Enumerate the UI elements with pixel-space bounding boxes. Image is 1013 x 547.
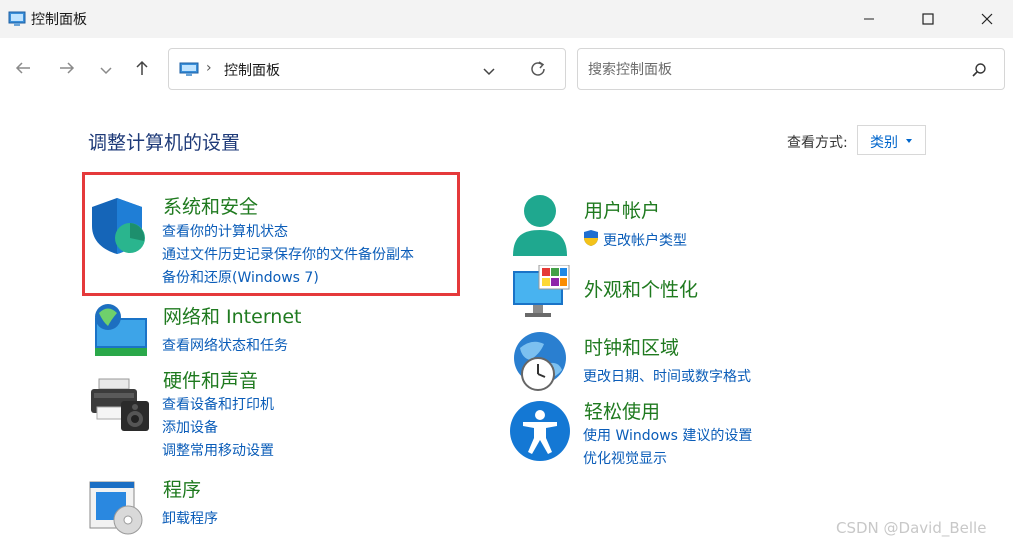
link-change-account-type[interactable]: 更改帐户类型: [603, 230, 687, 250]
recent-locations-button[interactable]: [92, 58, 120, 82]
link-mobility-settings[interactable]: 调整常用移动设置: [162, 440, 274, 460]
forward-button[interactable]: [53, 58, 81, 82]
window-title: 控制面板: [31, 12, 87, 28]
link-uninstall-program[interactable]: 卸载程序: [162, 508, 218, 528]
printer-icon[interactable]: [89, 377, 151, 437]
clock-globe-icon[interactable]: [510, 330, 572, 396]
search-icon[interactable]: [971, 62, 987, 82]
address-dropdown-button[interactable]: [482, 62, 496, 81]
page-title: 调整计算机的设置: [88, 132, 241, 154]
search-box: [577, 48, 1005, 90]
maximize-button[interactable]: [905, 0, 951, 38]
close-button[interactable]: [964, 0, 1010, 38]
uac-shield-icon: [582, 229, 600, 251]
link-windows-suggested-settings[interactable]: 使用 Windows 建议的设置: [583, 425, 752, 445]
breadcrumb-item[interactable]: 控制面板: [224, 60, 280, 80]
watermark: CSDN @David_Belle: [836, 519, 987, 537]
programs-icon[interactable]: [88, 480, 150, 540]
refresh-icon: [529, 61, 547, 82]
accessibility-icon[interactable]: [509, 400, 571, 466]
minimize-icon: [863, 10, 875, 29]
address-bar[interactable]: › 控制面板: [168, 48, 566, 90]
category-title-programs[interactable]: 程序: [163, 475, 201, 502]
network-icon[interactable]: [89, 300, 149, 364]
category-title-appearance[interactable]: 外观和个性化: [584, 275, 698, 302]
user-icon[interactable]: [511, 194, 569, 262]
maximize-icon: [922, 10, 934, 29]
link-change-date-time-format[interactable]: 更改日期、时间或数字格式: [583, 366, 751, 386]
forward-arrow-icon: [58, 60, 76, 80]
search-input[interactable]: [586, 59, 960, 81]
close-icon: [981, 10, 993, 29]
highlight-box: [82, 172, 460, 296]
back-arrow-icon: [14, 60, 32, 80]
link-optimize-visual-display[interactable]: 优化视觉显示: [583, 448, 667, 468]
category-title-network-internet[interactable]: 网络和 Internet: [163, 302, 301, 329]
up-button[interactable]: [128, 58, 156, 82]
up-arrow-icon: [134, 59, 150, 81]
link-devices-printers[interactable]: 查看设备和打印机: [162, 394, 274, 414]
view-by-value: 类别: [870, 135, 898, 151]
link-add-device[interactable]: 添加设备: [162, 417, 218, 437]
control-panel-icon: [179, 62, 199, 81]
view-by-select[interactable]: 类别: [857, 125, 926, 155]
category-title-ease-of-access[interactable]: 轻松使用: [584, 397, 660, 424]
link-network-status[interactable]: 查看网络状态和任务: [162, 335, 288, 355]
dropdown-arrow-icon: [906, 139, 912, 143]
chevron-down-icon: [99, 61, 113, 80]
refresh-button[interactable]: [529, 60, 547, 82]
control-panel-icon: [8, 11, 26, 31]
breadcrumb-separator-icon: ›: [206, 60, 212, 76]
title-bar: 控制面板: [0, 0, 1013, 38]
back-button[interactable]: [9, 58, 37, 82]
view-by-label: 查看方式:: [787, 135, 848, 151]
category-title-user-accounts[interactable]: 用户帐户: [584, 196, 660, 223]
chevron-down-icon: [482, 62, 496, 81]
category-title-clock-region[interactable]: 时钟和区域: [584, 333, 679, 360]
monitor-icon[interactable]: [511, 264, 571, 323]
category-title-hardware-sound[interactable]: 硬件和声音: [163, 366, 258, 393]
minimize-button[interactable]: [846, 0, 892, 38]
